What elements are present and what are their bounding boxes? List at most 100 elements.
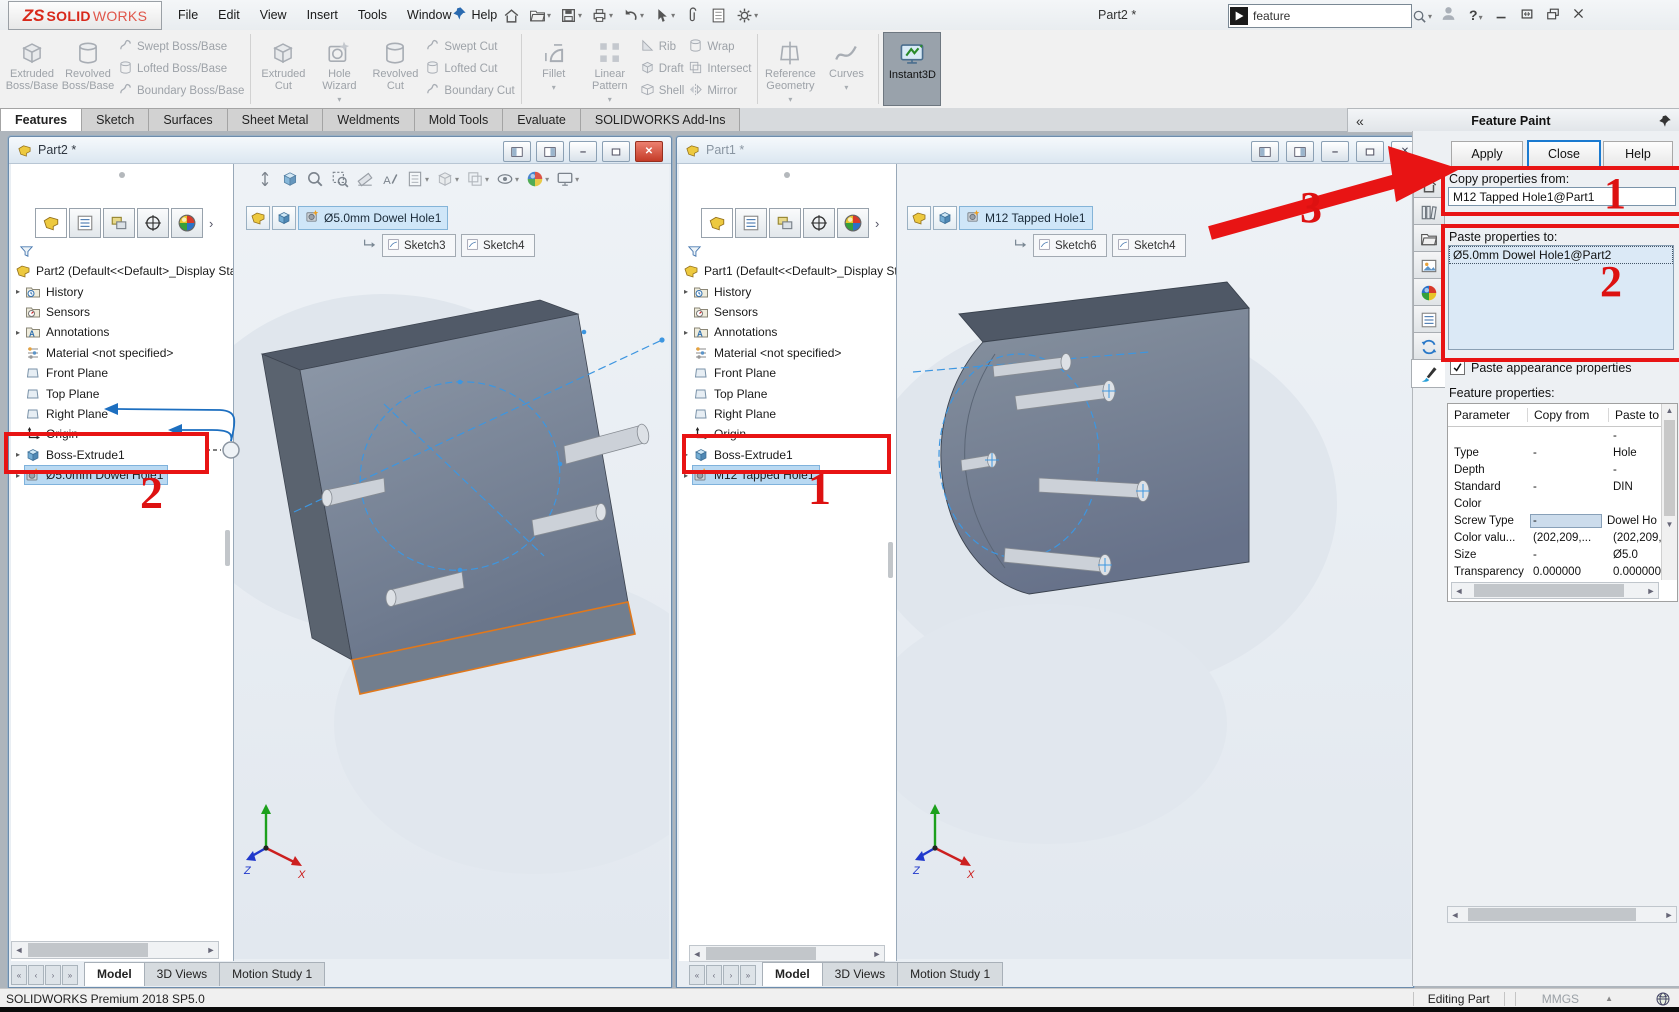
ribbon-boundary-boss-base[interactable]: Boundary Boss/Base xyxy=(118,80,244,102)
view-settings-icon[interactable]: ▾ xyxy=(556,170,579,188)
configurationmanager-tab[interactable] xyxy=(103,208,135,238)
tree-item-right[interactable]: Right Plane xyxy=(11,404,233,424)
ribbon-reference-geometry[interactable]: Reference Geometry▾ xyxy=(762,32,818,106)
tree-item-history[interactable]: ▸History xyxy=(679,281,896,301)
view-orientation-icon[interactable]: ▾ xyxy=(436,170,459,188)
breadcrumb-part-icon[interactable] xyxy=(246,206,270,230)
close-button[interactable] xyxy=(1572,7,1585,23)
tree-item-origin[interactable]: Origin xyxy=(11,424,233,444)
options-button[interactable]: ▾ xyxy=(733,5,761,26)
tab-surfaces[interactable]: Surfaces xyxy=(148,108,227,131)
close-button[interactable]: Close xyxy=(1527,140,1601,168)
view-palette-tab[interactable] xyxy=(1413,251,1445,280)
chip-sketch4[interactable]: Sketch4 xyxy=(461,234,535,257)
featuremanager-tab[interactable] xyxy=(35,208,67,238)
filter-icon[interactable] xyxy=(687,244,702,262)
table-horizontal-scrollbar[interactable]: ◄► xyxy=(1451,582,1659,599)
expand-arrow-icon[interactable]: ▸ xyxy=(11,450,25,459)
window-restore-button[interactable] xyxy=(1356,141,1384,162)
solidworks-resources-tab[interactable] xyxy=(1413,170,1445,199)
tree-item-boss-extrude1[interactable]: ▸Boss-Extrude1 xyxy=(11,445,233,465)
tree-item-sensors[interactable]: Sensors xyxy=(679,302,896,322)
restore-button[interactable] xyxy=(1520,7,1534,24)
tree-item-front[interactable]: Front Plane xyxy=(11,363,233,383)
tab-sketch[interactable]: Sketch xyxy=(81,108,149,131)
edit-scene-icon[interactable]: ▾ xyxy=(406,170,429,188)
pin-pane-icon[interactable] xyxy=(1650,114,1679,128)
tab-weldments[interactable]: Weldments xyxy=(322,108,414,131)
breadcrumb-selected-feature[interactable]: Ø5.0mm Dowel Hole1 xyxy=(298,206,448,230)
tree-item-5.0mm[interactable]: ▸Ø5.0mm Dowel Hole1 xyxy=(11,465,233,485)
tab-mold-tools[interactable]: Mold Tools xyxy=(414,108,504,131)
tree-item-boss-extrude1[interactable]: ▸Boss-Extrude1 xyxy=(679,445,896,465)
search-box[interactable]: ▾ xyxy=(1228,4,1412,28)
design-library-tab[interactable] xyxy=(1413,197,1445,226)
pane-horizontal-scrollbar[interactable]: ◄► xyxy=(1447,906,1677,923)
sheet-button[interactable] xyxy=(707,5,730,26)
home-button[interactable] xyxy=(500,5,523,26)
section-view-icon[interactable] xyxy=(356,170,374,188)
appearances-icon[interactable]: ▾ xyxy=(526,170,549,188)
units-dropdown-icon[interactable]: ▲ xyxy=(1605,994,1613,1003)
ribbon-extruded-boss-base[interactable]: Extruded Boss/Base xyxy=(4,32,60,106)
ribbon-swept-cut[interactable]: Swept Cut xyxy=(425,36,514,58)
previous-view-icon[interactable] xyxy=(281,170,299,188)
split-left-button[interactable] xyxy=(1251,141,1279,162)
doc-tab-motion-study-1[interactable]: Motion Study 1 xyxy=(897,962,1003,986)
tree-item-annotations[interactable]: ▸AAnnotations xyxy=(11,322,233,342)
doc-tab-motion-study-1[interactable]: Motion Study 1 xyxy=(219,962,325,986)
column-header-parameter[interactable]: Parameter xyxy=(1448,408,1528,422)
ribbon-draft[interactable]: Draft xyxy=(640,58,685,80)
search-icon[interactable] xyxy=(1412,9,1427,24)
ribbon-mirror[interactable]: Mirror xyxy=(688,80,751,102)
breadcrumb-selected-feature[interactable]: M12 Tapped Hole1 xyxy=(959,206,1093,230)
ribbon-swept-boss-base[interactable]: Swept Boss/Base xyxy=(118,36,244,58)
dimxpertmanager-tab[interactable] xyxy=(803,208,835,238)
tree-item-m12[interactable]: ▸M12 Tapped Hole1 xyxy=(679,465,896,485)
select-button[interactable]: ▾ xyxy=(650,5,678,26)
hide-show-items-icon[interactable]: ▾ xyxy=(496,170,519,188)
paste-target-item[interactable]: Ø5.0mm Dowel Hole1@Part2 xyxy=(1450,247,1672,263)
ribbon-linear-pattern[interactable]: Linear Pattern▾ xyxy=(582,32,638,106)
solidworks-forum-tab[interactable] xyxy=(1413,332,1445,361)
units-selector[interactable]: MMGS xyxy=(1516,992,1605,1006)
fm-tabs-overflow[interactable]: › xyxy=(871,216,879,231)
tree-item-top[interactable]: Top Plane xyxy=(679,383,896,403)
displaymanager-tab[interactable] xyxy=(837,208,869,238)
doc-tab-model[interactable]: Model xyxy=(84,962,145,986)
panel-resize-handle[interactable] xyxy=(119,172,125,178)
tab-sheet-metal[interactable]: Sheet Metal xyxy=(227,108,324,131)
collapse-pane-icon[interactable]: « xyxy=(1348,113,1372,129)
window-restore-button[interactable] xyxy=(602,141,630,162)
breadcrumb-part-icon[interactable] xyxy=(907,206,931,230)
ribbon-shell[interactable]: Shell xyxy=(640,80,685,102)
expand-arrow-icon[interactable]: ▸ xyxy=(11,471,25,480)
help-button[interactable]: ?▾ xyxy=(1469,7,1483,23)
menu-view[interactable]: View xyxy=(250,0,297,30)
print-button[interactable]: ▾ xyxy=(588,5,616,26)
minimize-button[interactable] xyxy=(1495,7,1508,23)
propertymanager-tab[interactable] xyxy=(735,208,767,238)
menu-insert[interactable]: Insert xyxy=(297,0,348,30)
ribbon-curves[interactable]: Curves▾ xyxy=(818,32,874,106)
tree-horizontal-scrollbar[interactable]: ◄► xyxy=(689,945,885,962)
custom-properties-tab[interactable] xyxy=(1413,305,1445,334)
apply-button[interactable]: Apply xyxy=(1451,141,1523,167)
breadcrumb-feature-icon[interactable] xyxy=(272,206,296,230)
split-right-button[interactable] xyxy=(536,141,564,162)
displaymanager-tab[interactable] xyxy=(171,208,203,238)
menu-edit[interactable]: Edit xyxy=(208,0,250,30)
ribbon-revolved-cut[interactable]: Revolved Cut xyxy=(367,32,423,106)
expand-arrow-icon[interactable]: ▸ xyxy=(679,471,693,480)
window-close-button[interactable]: ✕ xyxy=(635,141,663,162)
part1-viewport[interactable]: X Z M12 Tapped Hole1 Sketch6Sketch4 xyxy=(897,164,1411,959)
tree-item-origin[interactable]: Origin xyxy=(679,424,896,444)
ribbon-hole-wizard[interactable]: Hole Wizard▾ xyxy=(311,32,367,106)
cascade-button[interactable] xyxy=(1546,7,1560,24)
display-style-icon[interactable]: ▾ xyxy=(466,170,489,188)
tree-item-sensors[interactable]: Sensors xyxy=(11,302,233,322)
tree-item-annotations[interactable]: ▸AAnnotations xyxy=(679,322,896,342)
open-button[interactable]: ▾ xyxy=(526,5,554,26)
featuremanager-tab[interactable] xyxy=(701,208,733,238)
paste-appearance-checkbox[interactable] xyxy=(1450,360,1465,375)
